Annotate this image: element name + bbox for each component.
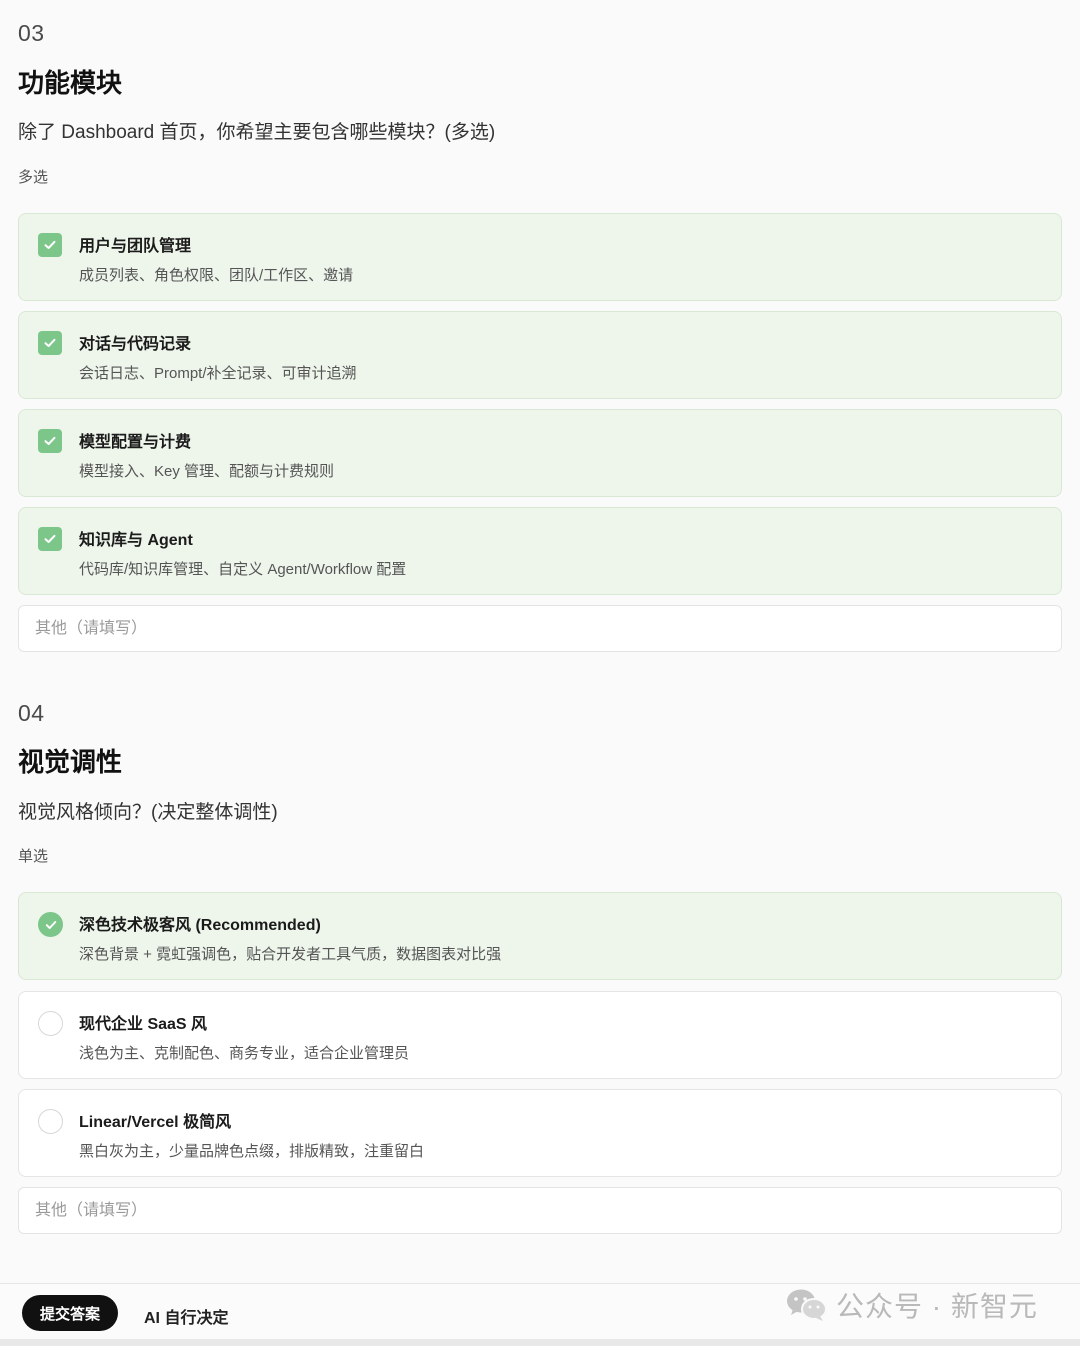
- question-04: 04 视觉调性 视觉风格倾向？(决定整体调性) 单选 深色技术极客风 (Reco…: [18, 680, 1062, 1240]
- checkbox-checked-icon[interactable]: [38, 331, 62, 355]
- radio-unchecked-icon[interactable]: [38, 1011, 63, 1036]
- radio-unchecked-icon[interactable]: [38, 1109, 63, 1134]
- watermark: 公众号 · 新智元: [786, 1285, 1038, 1325]
- watermark-text: 公众号 · 新智元: [836, 1291, 1038, 1322]
- question-text: 除了 Dashboard 首页，你希望主要包含哪些模块？(多选): [18, 122, 496, 143]
- wechat-icon: [787, 1289, 827, 1321]
- option-title: 用户与团队管理: [79, 238, 192, 255]
- option-checkbox[interactable]: 对话与代码记录 会话日志、Prompt/补全记录、可审计追溯: [18, 311, 1062, 399]
- option-description: 成员列表、角色权限、团队/工作区、邀请: [79, 267, 354, 284]
- option-title: 知识库与 Agent: [79, 532, 193, 549]
- selection-mode-label: 多选: [18, 169, 49, 186]
- other-input[interactable]: [18, 1187, 1062, 1234]
- ai-decide-button[interactable]: AI 自行决定: [144, 1304, 228, 1328]
- option-checkbox[interactable]: 知识库与 Agent 代码库/知识库管理、自定义 Agent/Workflow …: [18, 507, 1062, 595]
- question-03: 03 功能模块 除了 Dashboard 首页，你希望主要包含哪些模块？(多选)…: [18, 0, 1062, 660]
- submit-button[interactable]: 提交答案: [22, 1295, 118, 1331]
- option-checkbox[interactable]: 用户与团队管理 成员列表、角色权限、团队/工作区、邀请: [18, 213, 1062, 301]
- option-checkbox[interactable]: 模型配置与计费 模型接入、Key 管理、配额与计费规则: [18, 409, 1062, 497]
- checkbox-checked-icon[interactable]: [38, 429, 62, 453]
- option-radio[interactable]: Linear/Vercel 极简风 黑白灰为主，少量品牌色点缀，排版精致，注重留…: [18, 1089, 1062, 1177]
- checkbox-checked-icon[interactable]: [38, 233, 62, 257]
- question-number: 04: [18, 700, 45, 726]
- radio-checked-icon[interactable]: [38, 912, 63, 937]
- question-title: 功能模块: [18, 68, 123, 98]
- question-title: 视觉调性: [18, 747, 123, 777]
- option-description: 黑白灰为主，少量品牌色点缀，排版精致，注重留白: [79, 1143, 425, 1160]
- option-description: 深色背景 + 霓虹强调色，贴合开发者工具气质，数据图表对比强: [79, 946, 502, 963]
- option-title: 模型配置与计费: [79, 434, 192, 451]
- option-description: 浅色为主、克制配色、商务专业，适合企业管理员: [79, 1045, 410, 1062]
- checkbox-checked-icon[interactable]: [38, 527, 62, 551]
- option-description: 会话日志、Prompt/补全记录、可审计追溯: [79, 365, 357, 382]
- question-text: 视觉风格倾向？(决定整体调性): [18, 802, 278, 823]
- option-radio[interactable]: 现代企业 SaaS 风 浅色为主、克制配色、商务专业，适合企业管理员: [18, 991, 1062, 1079]
- option-title: Linear/Vercel 极简风: [79, 1114, 232, 1131]
- option-title: 深色技术极客风 (Recommended): [79, 917, 321, 934]
- other-input[interactable]: [18, 605, 1062, 652]
- option-title: 对话与代码记录: [79, 336, 192, 353]
- question-number: 03: [18, 20, 45, 46]
- option-description: 模型接入、Key 管理、配额与计费规则: [79, 463, 335, 480]
- selection-mode-label: 单选: [18, 848, 49, 865]
- bottom-divider: [0, 1339, 1080, 1346]
- option-title: 现代企业 SaaS 风: [79, 1016, 208, 1033]
- option-radio[interactable]: 深色技术极客风 (Recommended) 深色背景 + 霓虹强调色，贴合开发者…: [18, 892, 1062, 980]
- option-description: 代码库/知识库管理、自定义 Agent/Workflow 配置: [79, 561, 407, 578]
